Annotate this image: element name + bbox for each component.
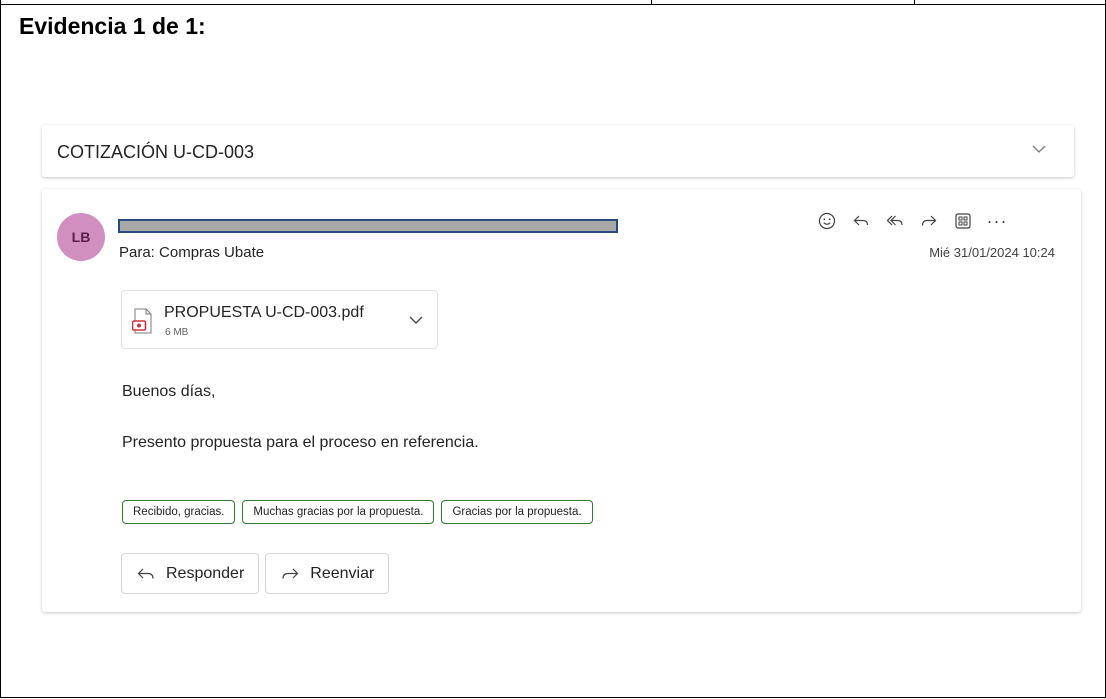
attachment-card[interactable]: PROPUESTA U-CD-003.pdf 6 MB: [121, 290, 438, 349]
reply-icon[interactable]: [844, 209, 878, 233]
suggested-reply-chip[interactable]: Gracias por la propuesta.: [441, 500, 593, 524]
message-actions: ···: [810, 209, 1014, 233]
forward-icon[interactable]: [912, 209, 946, 233]
reply-label: Responder: [166, 564, 245, 582]
email-greeting: Buenos días,: [122, 383, 216, 400]
table-column-divider: [651, 0, 652, 5]
suggested-replies: Recibido, gracias. Muchas gracias por la…: [122, 500, 593, 524]
message-date: Mié 31/01/2024 10:24: [929, 245, 1055, 260]
recipient-name[interactable]: Compras Ubate: [159, 244, 264, 261]
more-icon[interactable]: ···: [980, 209, 1014, 233]
attachment-name: PROPUESTA U-CD-003.pdf: [164, 304, 364, 321]
table-rule: [0, 4, 1106, 5]
forward-label: Reenviar: [310, 564, 375, 582]
redacted-sender: [118, 219, 618, 233]
subject-header[interactable]: COTIZACIÓN U-CD-003: [42, 125, 1074, 177]
email-subject: COTIZACIÓN U-CD-003: [57, 142, 255, 162]
pdf-file-icon: [132, 308, 152, 334]
smiley-icon[interactable]: [810, 209, 844, 233]
forward-button[interactable]: Reenviar: [265, 553, 390, 594]
reply-button[interactable]: Responder: [121, 553, 260, 594]
email-message-card: LB Para: Compras Ubate ··· Mié 31/01/202…: [42, 189, 1081, 612]
reply-all-icon[interactable]: [878, 209, 912, 233]
apps-icon[interactable]: [946, 209, 980, 233]
table-column-divider: [914, 0, 915, 5]
reply-icon: [137, 568, 154, 579]
reply-actions: Responder Reenviar: [121, 553, 390, 594]
to-label: Para:: [119, 244, 155, 261]
forward-icon: [282, 568, 299, 579]
recipient-line: Para: Compras Ubate: [119, 244, 264, 261]
avatar[interactable]: LB: [57, 213, 105, 261]
attachment-size: 6 MB: [165, 327, 189, 338]
chevron-down-icon[interactable]: [1030, 140, 1048, 158]
email-message: Presento propuesta para el proceso en re…: [122, 434, 479, 451]
chevron-down-icon[interactable]: [407, 311, 425, 329]
evidence-heading: Evidencia 1 de 1:: [19, 13, 206, 39]
suggested-reply-chip[interactable]: Muchas gracias por la propuesta.: [242, 500, 435, 524]
suggested-reply-chip[interactable]: Recibido, gracias.: [122, 500, 236, 524]
